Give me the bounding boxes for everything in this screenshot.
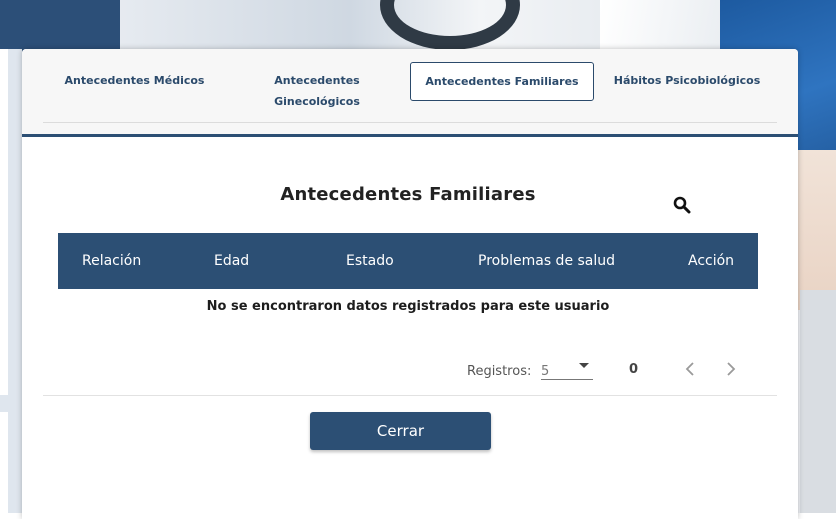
search-icon[interactable] — [673, 196, 691, 214]
tab-bar-divider — [43, 122, 777, 123]
caret-down-icon — [579, 363, 589, 368]
tab-antecedentes-ginecologicos[interactable]: Antecedentes Ginecológicos — [262, 70, 372, 112]
tab-bar-underline — [22, 134, 798, 137]
pagination-label: Registros: — [467, 364, 532, 379]
page-size-value: 5 — [541, 364, 550, 379]
column-header-relacion: Relación — [82, 253, 142, 269]
table-header: Relación Edad Estado Problemas de salud … — [58, 233, 758, 289]
tab-label: Hábitos Psicobiológicos — [613, 74, 761, 87]
tab-habitos-psicobiologicos[interactable]: Hábitos Psicobiológicos — [612, 70, 762, 91]
empty-table-message: No se encontraron datos registrados para… — [206, 299, 610, 314]
family-history-modal: Antecedentes Médicos Antecedentes Gineco… — [22, 49, 798, 519]
column-header-accion: Acción — [688, 253, 735, 269]
footer-divider — [43, 395, 777, 396]
tab-bar: Antecedentes Médicos Antecedentes Gineco… — [22, 49, 798, 135]
background-left-card — [0, 49, 8, 395]
tab-label-line2: Ginecológicos — [274, 95, 360, 108]
close-button[interactable]: Cerrar — [310, 412, 491, 450]
column-header-edad: Edad — [214, 253, 250, 269]
tab-label: Antecedentes Médicos — [64, 74, 205, 87]
tab-label-line1: Antecedentes — [274, 74, 360, 87]
background-right-panel — [800, 290, 836, 513]
page-size-select[interactable]: 5 — [541, 361, 593, 380]
tab-antecedentes-medicos[interactable]: Antecedentes Médicos — [62, 70, 207, 91]
chevron-left-icon[interactable] — [682, 359, 700, 379]
record-count: 0 — [629, 362, 639, 377]
column-header-problemas-de-salud: Problemas de salud — [478, 253, 616, 269]
column-header-estado: Estado — [346, 253, 394, 269]
background-left-card — [0, 412, 8, 513]
chevron-right-icon[interactable] — [722, 359, 740, 379]
tab-antecedentes-familiares[interactable]: Antecedentes Familiares — [410, 62, 594, 101]
tab-label: Antecedentes Familiares — [425, 75, 579, 88]
